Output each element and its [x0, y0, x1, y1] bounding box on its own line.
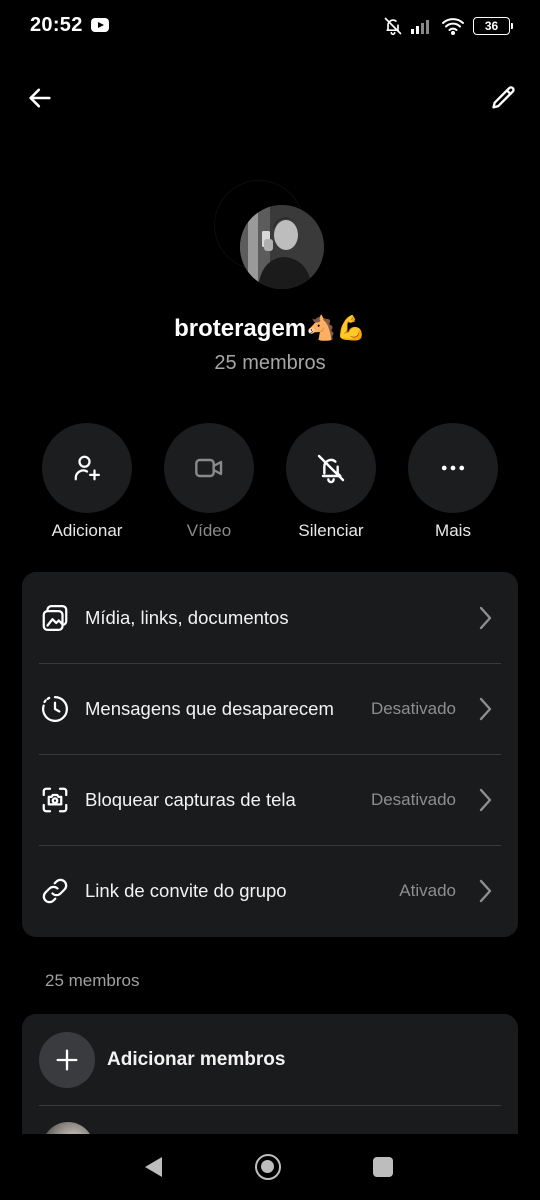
- chevron-right-icon: [476, 788, 494, 811]
- members-section-title: 25 membros: [45, 971, 140, 990]
- signal-icon: [411, 20, 429, 34]
- add-participant-button[interactable]: Adicionar: [27, 423, 147, 541]
- pencil-icon: [492, 86, 515, 109]
- row-label: Mensagens que desaparecem: [85, 697, 334, 719]
- add-user-icon: [74, 455, 100, 481]
- nav-home-icon[interactable]: [255, 1154, 281, 1180]
- action-circle[interactable]: [42, 423, 132, 513]
- members-card: Adicionar membros: [22, 1014, 518, 1139]
- action-circle[interactable]: [286, 423, 376, 513]
- status-time: 20:52: [30, 14, 83, 36]
- block-screenshots-row[interactable]: Bloquear capturas de tela Desativado: [22, 754, 518, 845]
- group-invite-link-row[interactable]: Link de convite do grupo Ativado: [22, 845, 518, 936]
- timer-icon: [39, 693, 71, 725]
- settings-card: Mídia, links, documentos Mensagens que d…: [22, 572, 518, 937]
- video-call-button[interactable]: Vídeo: [149, 423, 269, 541]
- link-icon: [39, 875, 71, 907]
- media-links-docs-row[interactable]: Mídia, links, documentos: [22, 572, 518, 663]
- action-buttons: Adicionar Vídeo Silenciar Mais: [0, 423, 540, 543]
- bell-off-icon: [317, 454, 345, 484]
- battery-icon: 36: [473, 17, 513, 35]
- nav-recents-icon[interactable]: [373, 1157, 393, 1177]
- chevron-right-icon: [476, 606, 494, 629]
- mute-button[interactable]: Silenciar: [271, 423, 391, 541]
- top-bar: [0, 70, 540, 126]
- add-members-label: Adicionar membros: [107, 1048, 286, 1070]
- bell-off-icon: [384, 17, 402, 36]
- status-bar: 20:52 36: [0, 0, 540, 52]
- divider: [39, 1105, 501, 1106]
- row-label: Bloquear capturas de tela: [85, 788, 296, 810]
- edit-button[interactable]: [486, 80, 522, 116]
- back-button[interactable]: [22, 80, 58, 116]
- action-circle[interactable]: [408, 423, 498, 513]
- row-label: Link de convite do grupo: [85, 879, 287, 901]
- arrow-left-icon: [29, 88, 51, 108]
- more-button[interactable]: Mais: [393, 423, 513, 541]
- row-label: Mídia, links, documentos: [85, 606, 289, 628]
- group-name: broteragem🐴💪: [174, 315, 366, 342]
- avatar-photo: [240, 205, 324, 289]
- chevron-right-icon: [476, 697, 494, 720]
- action-label: Silenciar: [298, 521, 364, 540]
- group-avatar[interactable]: [240, 205, 324, 289]
- row-value: Desativado: [370, 789, 456, 809]
- more-icon: [441, 465, 465, 471]
- wifi-icon: [442, 18, 464, 35]
- media-icon: [39, 602, 71, 634]
- system-nav-bar: [0, 1134, 540, 1200]
- nav-back-icon[interactable]: [142, 1155, 164, 1179]
- disappearing-messages-row[interactable]: Mensagens que desaparecem Desativado: [22, 663, 518, 754]
- youtube-icon: [91, 18, 109, 32]
- row-value: Ativado: [399, 880, 456, 900]
- plus-icon: [39, 1031, 95, 1088]
- add-members-row[interactable]: Adicionar membros: [22, 1014, 518, 1105]
- action-label: Adicionar: [51, 521, 123, 540]
- status-icons: 36: [383, 14, 513, 38]
- member-count: 25 membros: [214, 352, 326, 374]
- action-label: Vídeo: [186, 521, 232, 540]
- action-label: Mais: [435, 521, 471, 540]
- row-value: Desativado: [370, 698, 456, 718]
- screenshot-icon: [39, 784, 71, 816]
- action-circle[interactable]: [164, 423, 254, 513]
- chevron-right-icon: [476, 879, 494, 902]
- video-icon: [195, 458, 223, 478]
